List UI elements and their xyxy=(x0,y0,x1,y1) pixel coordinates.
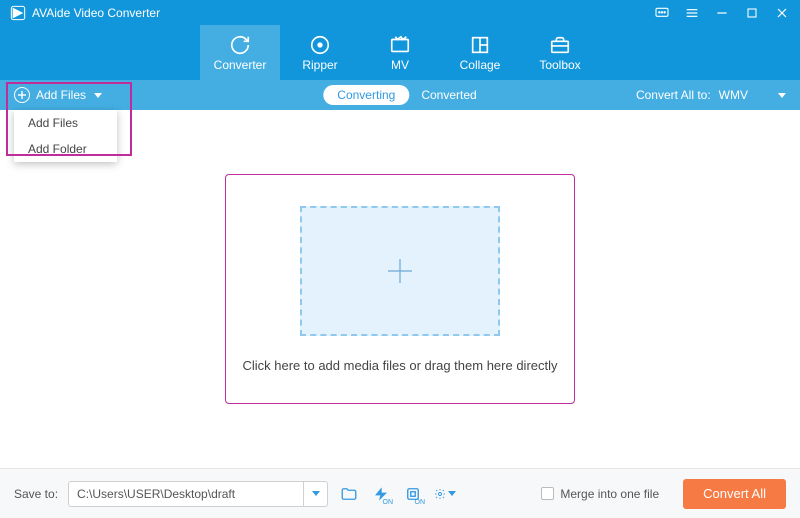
close-icon[interactable] xyxy=(774,5,790,21)
convert-all-label: Convert All to: xyxy=(636,88,711,102)
footer: Save to: ON ON Merge into one file Conve… xyxy=(0,468,800,518)
tab-label: MV xyxy=(391,58,409,72)
tab-label: Toolbox xyxy=(539,58,580,72)
tab-collage[interactable]: Collage xyxy=(440,25,520,80)
merge-checkbox[interactable] xyxy=(541,487,554,500)
dropzone-text: Click here to add media files or drag th… xyxy=(242,358,557,373)
convert-all-button[interactable]: Convert All xyxy=(683,479,786,509)
tab-label: Collage xyxy=(460,58,501,72)
gpu-icon[interactable]: ON xyxy=(402,483,424,505)
converter-icon xyxy=(229,34,251,56)
settings-icon[interactable] xyxy=(434,483,456,505)
dropdown-item-add-files[interactable]: Add Files xyxy=(14,110,117,136)
plus-circle-icon xyxy=(14,87,30,103)
dropzone[interactable]: Click here to add media files or drag th… xyxy=(225,174,575,404)
plus-icon xyxy=(382,253,418,289)
add-files-button[interactable]: Add Files xyxy=(14,87,102,103)
tab-mv[interactable]: MV xyxy=(360,25,440,80)
status-converting[interactable]: Converting xyxy=(323,85,409,105)
merge-label: Merge into one file xyxy=(560,487,659,501)
app-title: AVAide Video Converter xyxy=(32,6,160,20)
path-dropdown-toggle[interactable] xyxy=(303,482,327,506)
dropzone-inner[interactable] xyxy=(300,206,500,336)
ripper-icon xyxy=(309,34,331,56)
toolbox-icon xyxy=(549,34,571,56)
save-path-field[interactable] xyxy=(68,481,328,507)
chevron-down-icon xyxy=(778,93,786,98)
subheader: Add Files Converting Converted Convert A… xyxy=(0,80,800,110)
app-logo-icon xyxy=(10,5,26,21)
tab-toolbox[interactable]: Toolbox xyxy=(520,25,600,80)
tab-converter[interactable]: Converter xyxy=(200,25,280,80)
tab-label: Ripper xyxy=(302,58,337,72)
speed-icon[interactable]: ON xyxy=(370,483,392,505)
tab-ripper[interactable]: Ripper xyxy=(280,25,360,80)
save-to-label: Save to: xyxy=(14,487,58,501)
navbar: Converter Ripper MV Collage Toolbox xyxy=(0,25,800,80)
chevron-down-icon xyxy=(94,93,102,98)
main-area: Click here to add media files or drag th… xyxy=(0,110,800,468)
format-value: WMV xyxy=(719,88,748,102)
open-folder-icon[interactable] xyxy=(338,483,360,505)
titlebar: AVAide Video Converter xyxy=(0,0,800,25)
status-converted[interactable]: Converted xyxy=(421,88,476,102)
feedback-icon[interactable] xyxy=(654,5,670,21)
add-files-dropdown: Add Files Add Folder xyxy=(14,110,117,162)
tab-label: Converter xyxy=(214,58,267,72)
format-select[interactable]: WMV xyxy=(719,88,786,102)
minimize-icon[interactable] xyxy=(714,5,730,21)
maximize-icon[interactable] xyxy=(744,5,760,21)
mv-icon xyxy=(389,34,411,56)
dropdown-item-add-folder[interactable]: Add Folder xyxy=(14,136,117,162)
menu-icon[interactable] xyxy=(684,5,700,21)
collage-icon xyxy=(469,34,491,56)
save-path-input[interactable] xyxy=(69,487,303,501)
add-files-label: Add Files xyxy=(36,88,86,102)
